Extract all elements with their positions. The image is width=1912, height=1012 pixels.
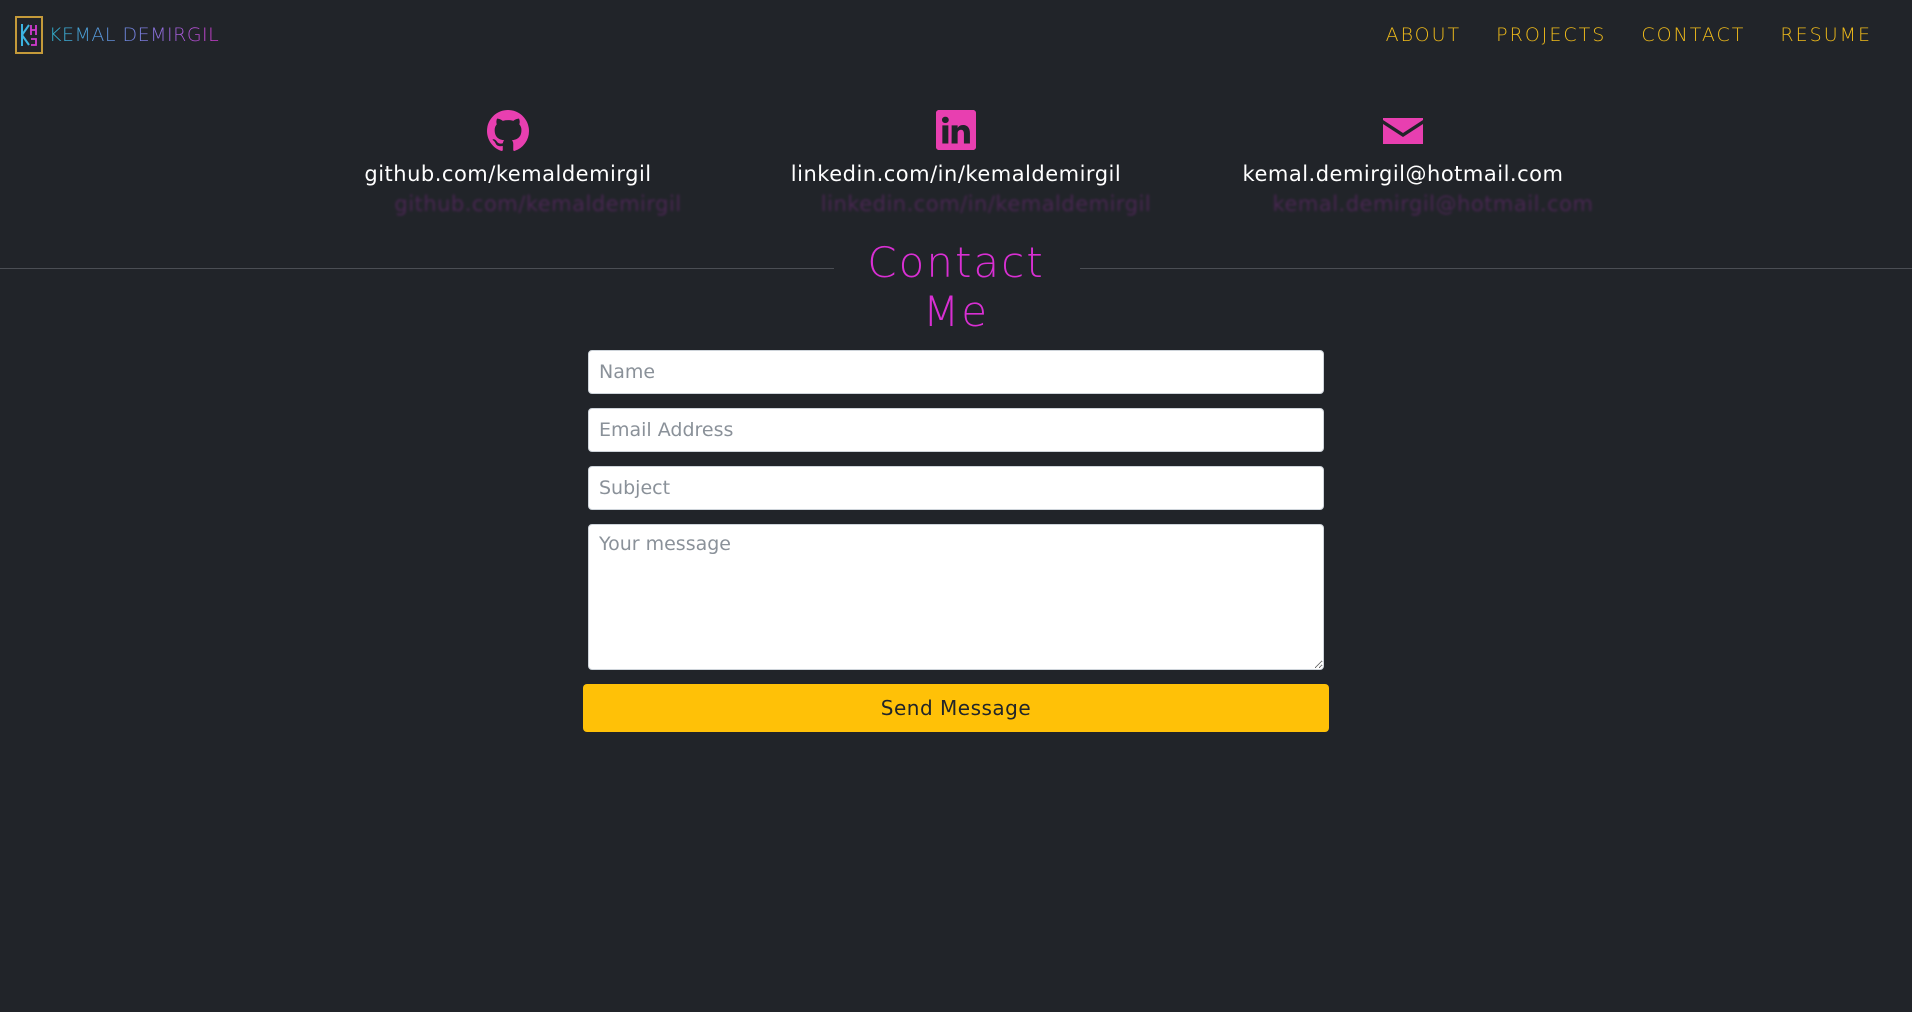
contact-email: kemal.demirgil@hotmail.com kemal.demirgi… [1193,110,1613,216]
name-input[interactable] [588,350,1324,394]
brand-name: KEMAL DEMIRGIL [49,24,220,46]
github-link[interactable]: github.com/kemaldemirgil [298,162,718,186]
email-link-reflection: kemal.demirgil@hotmail.com [1272,192,1594,216]
linkedin-icon[interactable] [746,110,1166,152]
brand-logo-icon [15,16,43,54]
envelope-icon[interactable] [1193,110,1613,152]
section-divider-right [1080,268,1912,269]
contact-linkedin: linkedin.com/in/kemaldemirgil linkedin.c… [746,110,1166,216]
section-divider-left [0,268,834,269]
github-icon[interactable] [298,110,718,152]
nav-links: ABOUT PROJECTS CONTACT RESUME [1351,20,1872,50]
github-link-reflection: github.com/kemaldemirgil [394,192,682,216]
nav-link-resume[interactable]: RESUME [1780,20,1872,50]
subject-input[interactable] [588,466,1324,510]
email-input[interactable] [588,408,1324,452]
linkedin-link-reflection: linkedin.com/in/kemaldemirgil [820,192,1152,216]
contact-github: github.com/kemaldemirgil github.com/kema… [298,110,718,216]
linkedin-link[interactable]: linkedin.com/in/kemaldemirgil [746,162,1166,186]
nav-link-contact[interactable]: CONTACT [1641,20,1745,50]
message-textarea[interactable] [588,524,1324,670]
page-title: Contact Me [867,238,1045,336]
brand-link[interactable]: KEMAL DEMIRGIL [15,16,219,54]
email-link[interactable]: kemal.demirgil@hotmail.com [1193,162,1613,186]
nav-link-projects[interactable]: PROJECTS [1496,20,1606,50]
nav-link-about[interactable]: ABOUT [1386,20,1462,50]
navbar: KEMAL DEMIRGIL ABOUT PROJECTS CONTACT RE… [0,0,1912,70]
send-message-button[interactable]: Send Message [583,684,1329,732]
